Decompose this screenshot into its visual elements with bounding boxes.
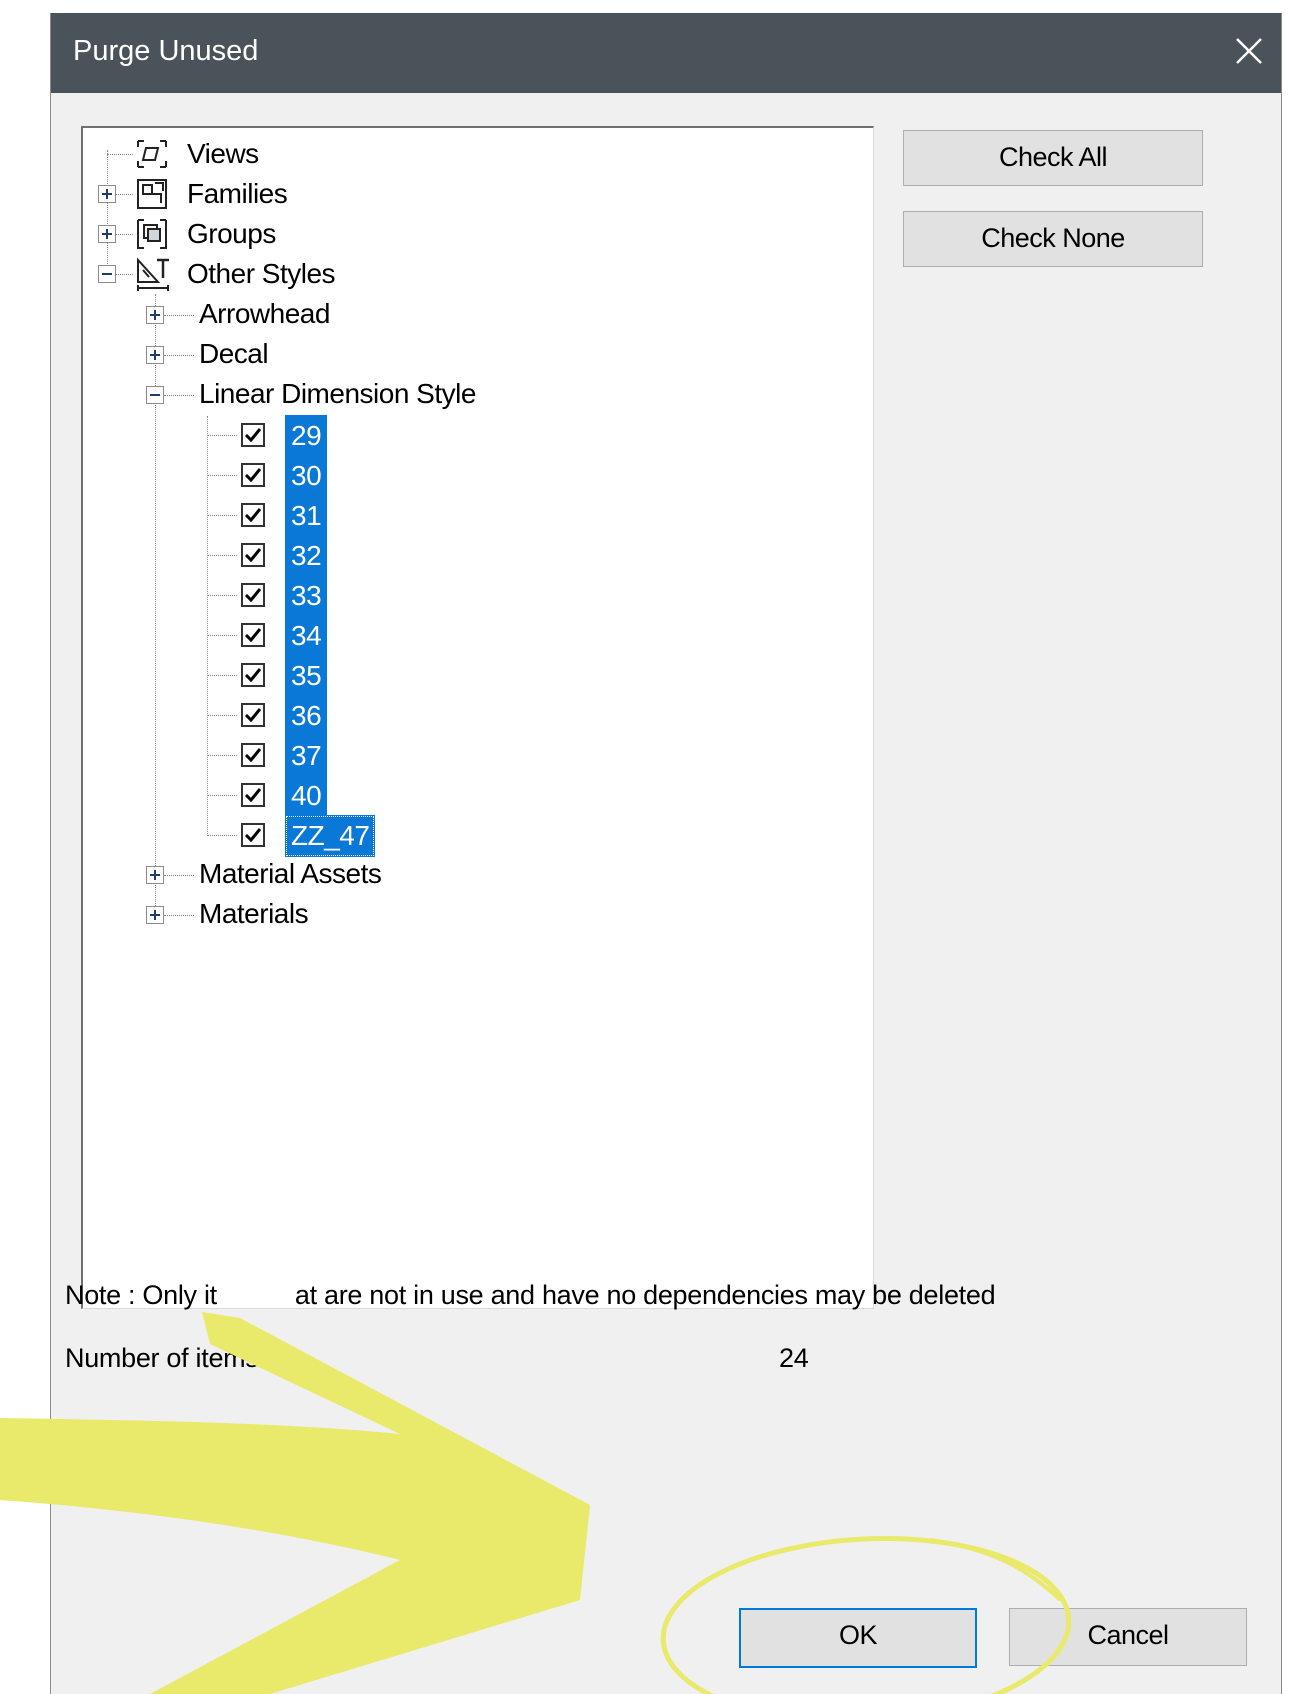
tree-item-label: 37 <box>285 735 328 777</box>
tree-item-40[interactable]: 40 <box>83 775 403 817</box>
note-text-end: at are not in use and have no dependenci… <box>294 1280 996 1310</box>
checkbox[interactable] <box>241 823 265 847</box>
tree-node-label: Groups <box>187 218 276 249</box>
purge-unused-dialog: Purge Unused Views Families Groups Other… <box>50 13 1282 1694</box>
tree-item-label: 33 <box>285 575 328 617</box>
checkbox[interactable] <box>241 623 265 647</box>
expand-plus-icon[interactable] <box>146 346 164 364</box>
tree-node-families[interactable]: Families <box>83 175 483 213</box>
title-bar: Purge Unused <box>51 13 1281 93</box>
checkbox[interactable] <box>241 703 265 727</box>
note-text-start: Note : Only it <box>65 1280 217 1310</box>
tree-node-label: Arrowhead <box>199 298 330 329</box>
checkbox[interactable] <box>241 543 265 567</box>
views-icon <box>137 140 167 168</box>
expand-plus-icon[interactable] <box>146 306 164 324</box>
tree-item-label: 34 <box>285 615 328 657</box>
checkbox[interactable] <box>241 503 265 527</box>
tree-item-29[interactable]: 29 <box>83 415 403 457</box>
tree-node-groups[interactable]: Groups <box>83 215 483 253</box>
tree-node-label: Decal <box>199 338 269 369</box>
tree-node-label: Materials <box>199 898 309 929</box>
close-icon[interactable] <box>1231 33 1267 69</box>
cancel-button[interactable]: Cancel <box>1009 1608 1247 1666</box>
groups-icon <box>137 219 167 249</box>
tree-node-materials[interactable]: Materials <box>83 895 483 933</box>
tree-item-35[interactable]: 35 <box>83 655 403 697</box>
check-none-button[interactable]: Check None <box>903 211 1203 267</box>
tree-node-arrowhead[interactable]: Arrowhead <box>83 295 483 333</box>
expand-plus-icon[interactable] <box>98 225 116 243</box>
collapse-minus-icon[interactable] <box>98 265 116 283</box>
checkbox[interactable] <box>241 583 265 607</box>
tree-node-decal[interactable]: Decal <box>83 335 483 373</box>
check-all-button[interactable]: Check All <box>903 130 1203 186</box>
tree-item-label: 36 <box>285 695 328 737</box>
tree-item-label: 35 <box>285 655 328 697</box>
tree-node-label: Material Assets <box>199 858 382 889</box>
tree-node-other-styles[interactable]: Other Styles <box>83 255 483 293</box>
tree-item-31[interactable]: 31 <box>83 495 403 537</box>
items-count-label: Number of items ch <box>65 1343 294 1373</box>
checkbox[interactable] <box>241 743 265 767</box>
tree-node-label: Views <box>187 138 259 169</box>
items-count-value: 24 <box>779 1343 809 1373</box>
tree-item-label: 29 <box>285 415 328 457</box>
tree-item-label: 32 <box>285 535 328 577</box>
expand-plus-icon[interactable] <box>146 866 164 884</box>
tree-node-label: Families <box>187 178 288 209</box>
tree-item-label: 31 <box>285 495 328 537</box>
tree-item-33[interactable]: 33 <box>83 575 403 617</box>
tree-item-label: ZZ_47 <box>285 815 376 857</box>
expand-plus-icon[interactable] <box>146 906 164 924</box>
tree-item-zz47[interactable]: ZZ_47 <box>83 815 423 857</box>
ok-button[interactable]: OK <box>739 1608 977 1668</box>
checkbox[interactable] <box>241 783 265 807</box>
checkbox[interactable] <box>241 663 265 687</box>
collapse-minus-icon[interactable] <box>146 386 164 404</box>
tree-item-30[interactable]: 30 <box>83 455 403 497</box>
note-text: Note : Only it at are not in use and have… <box>65 1280 996 1311</box>
checkbox[interactable] <box>241 423 265 447</box>
tree-item-label: 30 <box>285 455 328 497</box>
tree-node-label: Other Styles <box>187 258 336 289</box>
tree-item-label: 40 <box>285 775 328 817</box>
tree-item-32[interactable]: 32 <box>83 535 403 577</box>
families-icon <box>137 179 167 209</box>
other-styles-icon <box>137 257 169 291</box>
expand-plus-icon[interactable] <box>98 185 116 203</box>
tree-item-36[interactable]: 36 <box>83 695 403 737</box>
tree-node-views[interactable]: Views <box>83 135 483 173</box>
tree-item-37[interactable]: 37 <box>83 735 403 777</box>
purge-tree-view[interactable]: Views Families Groups Other Styles Arrow… <box>81 126 874 1309</box>
checkbox[interactable] <box>241 463 265 487</box>
tree-node-label: Linear Dimension Style <box>199 378 476 409</box>
tree-node-material-assets[interactable]: Material Assets <box>83 855 483 893</box>
tree-node-linear-dimension-style[interactable]: Linear Dimension Style <box>83 375 583 413</box>
tree-item-34[interactable]: 34 <box>83 615 403 657</box>
dialog-title: Purge Unused <box>73 35 259 67</box>
